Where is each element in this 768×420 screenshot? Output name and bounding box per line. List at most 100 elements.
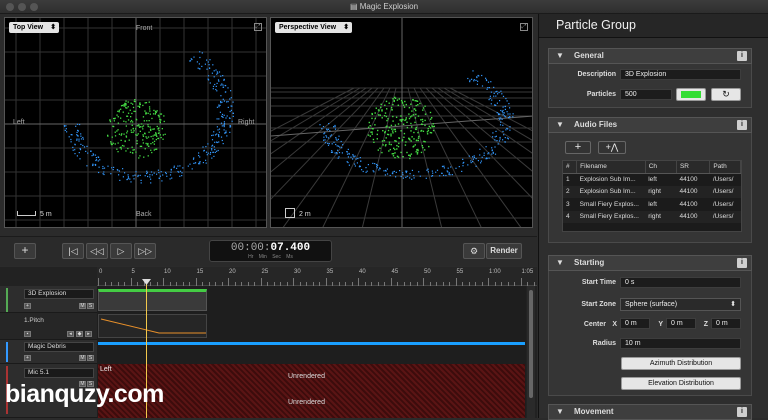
expand-icon[interactable]: ⤢ <box>520 23 528 31</box>
ruler-tick <box>520 278 522 286</box>
scrollbar-thumb[interactable] <box>529 290 533 398</box>
elevation-distribution-button[interactable]: Elevation Distribution <box>621 377 741 390</box>
top-view-selector[interactable]: Top View <box>9 22 60 33</box>
add-audio-button[interactable]: + <box>565 141 591 154</box>
starting-section-header[interactable]: ▼ Starting i <box>548 255 752 271</box>
general-section-header[interactable]: ▼ General i <box>548 48 752 64</box>
left-label: Left <box>13 119 25 126</box>
table-cell: 2 <box>563 185 577 198</box>
expand-icon[interactable]: ⤢ <box>254 23 262 31</box>
top-view-viewport[interactable]: Top View ⤢ Front Back Left Right 5 m <box>4 17 267 228</box>
window-title: ▤ Magic Explosion <box>0 2 768 11</box>
info-icon[interactable]: i <box>737 407 747 417</box>
start-zone-select[interactable]: Sphere (surface) ⬍ <box>620 298 741 311</box>
ruler-label: 50 <box>424 269 431 275</box>
ruler-tick <box>130 278 132 286</box>
column-header[interactable]: Path <box>709 161 741 174</box>
prev-keyframe-icon[interactable]: ◂ <box>67 331 74 337</box>
center-y-field[interactable]: 0 m <box>666 318 696 329</box>
azimuth-distribution-button[interactable]: Azimuth Distribution <box>621 357 741 370</box>
color-swatch <box>681 91 701 98</box>
timecode-display: 00:00:07.400 Hr Min Sec Ms <box>209 240 332 262</box>
table-cell: 44100 <box>676 210 710 223</box>
info-icon[interactable]: i <box>737 120 747 130</box>
column-header[interactable]: Filename <box>576 161 646 174</box>
track-name[interactable]: 3D Explosion <box>24 289 94 299</box>
track-header[interactable]: Magic Debris + M S <box>0 340 97 364</box>
description-label: Description <box>577 71 616 78</box>
track-color-strip <box>6 288 8 312</box>
add-lane-button[interactable]: + <box>24 303 31 309</box>
skip-back-icon[interactable]: |◁ <box>62 243 84 259</box>
play-icon[interactable]: ▷ <box>110 243 132 259</box>
magic-debris-clip[interactable] <box>98 342 525 345</box>
info-icon[interactable]: i <box>737 51 747 61</box>
table-row[interactable]: 1 Explosion Sub Im... left 44100/Users/ <box>563 173 741 186</box>
top-view-canvas <box>5 18 266 227</box>
table-cell: 1 <box>563 173 577 186</box>
table-row[interactable]: 3 Small Fiery Explos... left 44100/Users/ <box>563 198 741 211</box>
mute-button[interactable]: M <box>79 303 86 309</box>
rewind-icon[interactable]: ◁◁ <box>86 243 108 259</box>
particles-field[interactable]: 500 <box>620 89 672 100</box>
section-title: Movement <box>574 407 614 416</box>
mute-button[interactable]: M <box>79 355 86 361</box>
ruler-tick <box>488 278 489 286</box>
next-keyframe-icon[interactable]: ▸ <box>85 331 92 337</box>
keyframe-icon[interactable]: ◆ <box>76 331 83 337</box>
color-swatch-button[interactable] <box>676 88 706 101</box>
ruler-label: 25 <box>261 269 269 275</box>
add-waveform-icon[interactable]: +⋀ <box>598 141 626 154</box>
track-name[interactable]: Magic Debris <box>24 342 94 352</box>
info-icon[interactable]: i <box>737 258 747 268</box>
track-name[interactable]: Mic 5.1 <box>24 368 94 378</box>
table-cell: 44100 <box>676 173 710 186</box>
audio-files-section-header[interactable]: ▼ Audio Files i <box>548 117 752 133</box>
add-button[interactable]: + <box>14 243 36 259</box>
add-lane-button[interactable]: + <box>24 355 31 361</box>
table-row[interactable]: 2 Explosion Sub Im... right 44100/Users/ <box>563 185 741 198</box>
pitch-automation-lane[interactable] <box>98 314 207 338</box>
track-color-strip <box>6 342 8 362</box>
track-header[interactable]: 1.Pitch ▪ ◂ ◆ ▸ <box>0 313 97 340</box>
timecode-units: Hr Min Sec Ms <box>248 254 293 260</box>
column-header[interactable]: Ch <box>645 161 677 174</box>
track-header[interactable]: 3D Explosion + M S <box>0 286 97 313</box>
right-label: Right <box>238 119 255 126</box>
ruler-label: 1:00 <box>489 269 501 275</box>
pitch-curve <box>100 318 206 334</box>
refresh-icon[interactable]: ↻ <box>711 88 741 101</box>
ruler-label: 5 <box>131 269 135 275</box>
center-z-field[interactable]: 0 m <box>711 318 741 329</box>
render-button[interactable]: Render <box>486 243 522 259</box>
table-cell: Explosion Sub Im... <box>576 173 646 186</box>
window-title-text: Magic Explosion <box>359 2 419 11</box>
perspective-viewport[interactable]: Perspective View ⤢ 2 m <box>270 17 533 228</box>
description-field[interactable]: 3D Explosion <box>620 69 741 80</box>
solo-button[interactable]: S <box>87 303 94 309</box>
lock-icon[interactable]: ▪ <box>24 331 31 337</box>
center-x-field[interactable]: 0 m <box>620 318 650 329</box>
audio-files-table: # Filename Ch SR Path 1 Explosion Sub Im.… <box>563 161 741 223</box>
front-label: Front <box>136 25 153 32</box>
particle-group-clip[interactable] <box>98 289 207 311</box>
solo-button[interactable]: S <box>87 355 94 361</box>
time-ruler[interactable]: 0 5 10 15 20 25 30 35 40 45 50 55 1:00 1:05 <box>97 267 548 286</box>
table-cell: left <box>645 198 677 211</box>
collapse-triangle-icon: ▼ <box>556 258 564 267</box>
table-header-row: # Filename Ch SR Path <box>563 161 741 174</box>
ruler-tick <box>228 278 229 286</box>
vertical-scrollbar[interactable] <box>527 286 535 418</box>
document-icon: ▤ <box>349 2 360 11</box>
settings-gear-icon[interactable]: ⚙ <box>463 243 485 259</box>
start-zone-value: Sphere (surface) <box>625 301 678 308</box>
ruler-label: 35 <box>326 269 334 275</box>
radius-field[interactable]: 10 m <box>620 338 741 349</box>
audio-files-table-container: # Filename Ch SR Path 1 Explosion Sub Im.… <box>562 160 742 232</box>
perspective-view-selector[interactable]: Perspective View <box>275 22 353 33</box>
fast-forward-icon[interactable]: ▷▷ <box>134 243 156 259</box>
column-header[interactable]: SR <box>676 161 711 174</box>
column-header[interactable]: # <box>563 161 578 174</box>
table-row[interactable]: 4 Small Fiery Explos... right 44100/Users/ <box>563 210 741 223</box>
start-time-field[interactable]: 0 s <box>620 277 741 288</box>
